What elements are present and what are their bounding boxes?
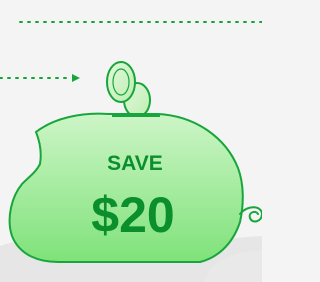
promo-banner: SAVE $20 bbox=[0, 0, 262, 282]
piggy-bank-illustration: SAVE $20 bbox=[0, 21, 262, 282]
discount-amount: $20 bbox=[91, 187, 174, 243]
save-heading: SAVE bbox=[107, 152, 163, 175]
arrow-right-icon bbox=[0, 74, 80, 82]
tail-icon bbox=[239, 206, 262, 223]
coin-icon bbox=[106, 61, 151, 118]
